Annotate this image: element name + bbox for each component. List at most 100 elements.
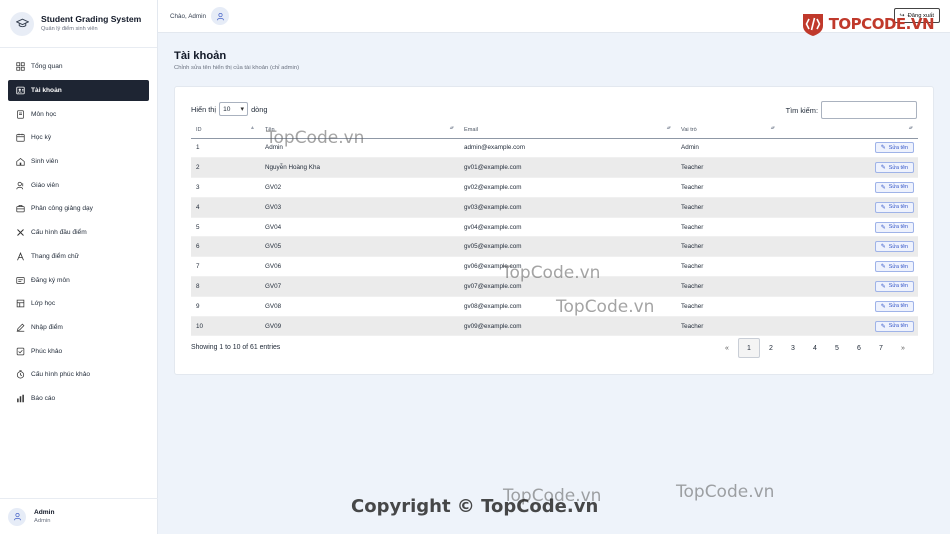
column-header-1[interactable]: Tên ▴▾: [260, 122, 459, 139]
graduation-cap-icon: [10, 11, 34, 36]
pagination-page-5[interactable]: 5: [826, 338, 848, 358]
sidebar-item-label: Thang điểm chữ: [31, 252, 80, 260]
cell-actions: ✎ Sửa tên: [780, 157, 918, 179]
user-role: Admin: [34, 518, 51, 524]
cell-name: GV04: [260, 217, 459, 238]
cell-actions: ✎ Sửa tên: [780, 197, 918, 218]
sidebar-item-7[interactable]: Cấu hình đầu điểm: [8, 222, 149, 244]
column-header-2[interactable]: Email ▴▾: [459, 122, 676, 139]
sort-icon: ▲: [249, 125, 255, 131]
column-header-0[interactable]: ID ▲: [191, 122, 260, 139]
cell-role: Teacher: [676, 296, 780, 317]
watermark-text: TopCode.vn: [503, 486, 602, 506]
pagination-page-3[interactable]: 3: [782, 338, 804, 358]
topcode-logo-text: TOPCODE.VN: [828, 15, 935, 33]
pagination-next-button[interactable]: »: [892, 338, 914, 358]
greeting-text: Chào, Admin: [170, 12, 207, 20]
cell-actions: ✎ Sửa tên: [780, 296, 918, 317]
page-title: Tài khoản: [174, 50, 227, 62]
cell-role: Teacher: [676, 236, 780, 258]
students-icon: [16, 157, 25, 166]
table-header-row: ID ▲ Tên ▴▾ Email ▴▾ Vai trò ▴▾ ▴▾: [191, 122, 918, 139]
pagination-page-7[interactable]: 7: [870, 338, 892, 358]
edit-name-button[interactable]: ✎ Sửa tên: [874, 162, 914, 174]
edit-name-button[interactable]: ✎ Sửa tên: [874, 300, 914, 312]
checklist-icon: [16, 347, 25, 356]
table-row: 2 Nguyễn Hoàng Kha gv01@example.com Teacher…: [191, 157, 918, 179]
cell-role: Teacher: [676, 157, 780, 179]
sidebar-item-14[interactable]: Báo cáo: [8, 388, 149, 410]
column-header-4[interactable]: ▴▾: [780, 122, 918, 139]
sidebar: Student Grading System Quản lý điểm sinh…: [0, 0, 158, 534]
table-row: 8 GV07 gv07@example.com Teacher ✎ Sửa tên: [191, 276, 918, 297]
cell-name: GV08: [260, 296, 459, 317]
sidebar-item-9[interactable]: Đăng ký môn: [8, 269, 149, 291]
table-row: 9 GV08 gv08@example.com Teacher ✎ Sửa tên: [191, 296, 918, 317]
edit-name-label: Sửa tên: [888, 263, 908, 270]
sidebar-item-label: Phân công giảng dạy: [31, 205, 93, 213]
sidebar-item-label: Môn học: [31, 110, 57, 118]
edit-name-button[interactable]: ✎ Sửa tên: [874, 261, 914, 273]
user-profile[interactable]: Admin Admin: [0, 498, 158, 534]
sidebar-item-5[interactable]: Giáo viên: [8, 174, 149, 196]
table-row: 6 GV05 gv05@example.com Teacher ✎ Sửa tên: [191, 236, 918, 258]
edit-name-button[interactable]: ✎ Sửa tên: [874, 320, 914, 332]
sidebar-item-13[interactable]: Cấu hình phúc khảo: [8, 364, 149, 386]
cell-role: Teacher: [676, 197, 780, 218]
pagination-page-6[interactable]: 6: [848, 338, 870, 358]
sidebar-item-11[interactable]: Nhập điểm: [8, 317, 149, 339]
cell-email: gv08@example.com: [459, 296, 676, 317]
sidebar-item-3[interactable]: Học kỳ: [8, 127, 149, 149]
edit-name-button[interactable]: ✎ Sửa tên: [874, 221, 914, 233]
edit-name-button[interactable]: ✎ Sửa tên: [874, 241, 914, 253]
accounts-card: Hiển thị 10 dòng Tìm kiếm: ID▲Tên▴▾Email…: [174, 86, 934, 375]
edit-name-button[interactable]: ✎ Sửa tên: [874, 280, 914, 292]
sidebar-item-12[interactable]: Phúc khảo: [8, 340, 149, 362]
sidebar-item-0[interactable]: Tổng quan: [8, 56, 149, 78]
app-title: Student Grading System: [41, 14, 142, 24]
column-header-label: Tên: [265, 126, 275, 133]
pencil-icon: ✎: [880, 184, 886, 191]
pencil-icon: [16, 323, 25, 332]
cell-actions: ✎ Sửa tên: [780, 316, 918, 337]
pencil-icon: ✎: [880, 224, 886, 231]
pagination-page-1[interactable]: 1: [738, 338, 760, 358]
sidebar-item-10[interactable]: Lớp học: [8, 293, 149, 315]
table-row: 1 Admin admin@example.com Admin ✎ Sửa tên: [191, 138, 918, 159]
sidebar-item-2[interactable]: Môn học: [8, 103, 149, 125]
table-row: 10 GV09 gv09@example.com Teacher ✎ Sửa tên: [191, 316, 918, 337]
edit-name-label: Sửa tên: [888, 164, 908, 171]
briefcase-icon: [16, 204, 25, 213]
pagination-page-2[interactable]: 2: [760, 338, 782, 358]
sort-icon: ▴▾: [770, 125, 775, 131]
column-header-label: ID: [196, 126, 202, 133]
sort-icon: ▴▾: [666, 125, 671, 131]
accounts-table: ID ▲ Tên ▴▾ Email ▴▾ Vai trò ▴▾ ▴▾ 1 Admin admin@e…: [191, 122, 918, 337]
table-info: Showing 1 to 10 of 61 entries: [191, 344, 281, 351]
pencil-icon: ✎: [880, 145, 886, 152]
cell-actions: ✎ Sửa tên: [780, 217, 918, 238]
cell-actions: ✎ Sửa tên: [780, 138, 918, 159]
sidebar-item-6[interactable]: Phân công giảng dạy: [8, 198, 149, 220]
search-input[interactable]: [821, 101, 917, 119]
sidebar-item-label: Học kỳ: [31, 134, 52, 142]
sidebar-item-1[interactable]: Tài khoản: [8, 79, 149, 102]
edit-name-button[interactable]: ✎ Sửa tên: [874, 142, 914, 154]
show-label: Hiển thị: [191, 104, 217, 114]
column-header-3[interactable]: Vai trò ▴▾: [676, 122, 780, 139]
edit-name-button[interactable]: ✎ Sửa tên: [874, 201, 914, 213]
cell-role: Teacher: [676, 256, 780, 278]
pencil-icon: ✎: [880, 323, 886, 330]
sidebar-item-4[interactable]: Sinh viên: [8, 151, 149, 173]
cell-name: Admin: [260, 138, 459, 159]
sidebar-item-8[interactable]: Thang điểm chữ: [8, 246, 149, 268]
pencil-icon: ✎: [880, 165, 886, 172]
sidebar-nav: Tổng quan Tài khoản Môn học Học kỳ Sinh viên…: [0, 48, 157, 409]
pagination-page-4[interactable]: 4: [804, 338, 826, 358]
page-length-select[interactable]: 10: [219, 102, 249, 116]
cell-name: GV05: [260, 236, 459, 258]
user-icon[interactable]: [211, 7, 230, 25]
tools-icon: [16, 228, 25, 237]
pagination-prev-button[interactable]: «: [716, 338, 738, 358]
edit-name-button[interactable]: ✎ Sửa tên: [874, 181, 914, 193]
